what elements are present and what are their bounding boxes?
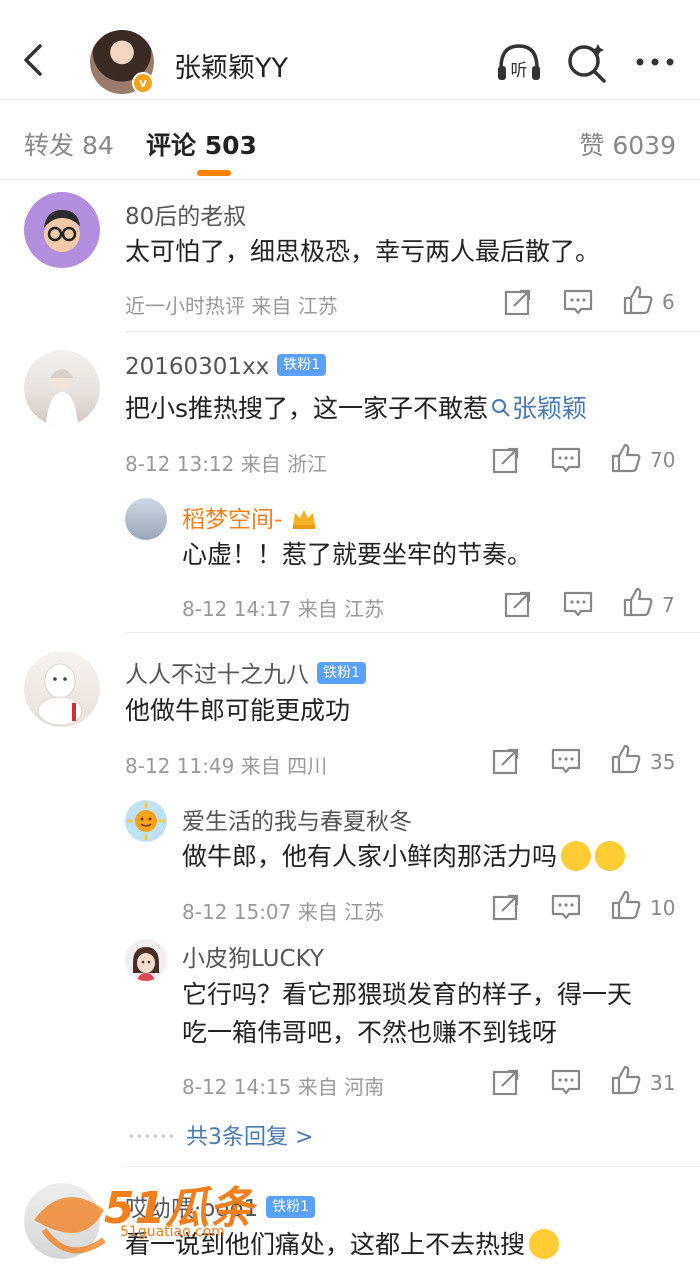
share-icon[interactable] xyxy=(502,588,534,620)
tab-repost[interactable]: 转发 84 xyxy=(24,126,114,162)
share-icon[interactable] xyxy=(490,1066,522,1098)
topic-link-text: 张颖颖 xyxy=(512,394,588,423)
share-icon[interactable] xyxy=(490,444,522,476)
reply-icon[interactable] xyxy=(562,286,594,318)
reply-icon[interactable] xyxy=(562,588,594,620)
tab-comment[interactable]: 评论 503 xyxy=(146,126,257,162)
comment-text: 把小s推热搜了，这一家子不敢惹 张颖颖 xyxy=(125,388,587,430)
laugh-cry-emoji-icon xyxy=(595,841,626,871)
reply-username[interactable]: 小皮狗LUCKY xyxy=(182,939,324,973)
reply-text: 做牛郎，他有人家小鲜肉那活力吗 xyxy=(182,836,626,878)
username-text: 人人不过十之九八 xyxy=(125,662,309,688)
laugh-cry-emoji-icon xyxy=(529,1229,560,1259)
reply-text: 心虚！！惹了就要坐牢的节奏。 xyxy=(182,540,533,569)
comment-username[interactable]: 20160301xx 铁粉1 xyxy=(125,353,327,380)
page-title[interactable]: 张颖颖YY xyxy=(174,46,288,85)
share-icon[interactable] xyxy=(490,745,522,777)
search-icon[interactable] xyxy=(562,38,612,88)
fan-badge: 铁粉1 xyxy=(317,661,366,684)
comment-meta: 近一小时热评 来自 江苏 xyxy=(125,294,338,318)
like-icon[interactable] xyxy=(622,586,654,618)
watermark-url: 51guatiao.com xyxy=(120,1224,225,1240)
like-count: 70 xyxy=(650,448,676,472)
listen-label: 听 xyxy=(511,61,528,81)
like-icon[interactable] xyxy=(622,284,654,316)
reply-meta: 8-12 14:15 来自 河南 xyxy=(182,1075,385,1099)
reply-meta: 8-12 14:17 来自 江苏 xyxy=(182,597,385,621)
fan-badge: 铁粉1 xyxy=(277,353,327,376)
back-icon[interactable] xyxy=(14,40,54,80)
reply-icon[interactable] xyxy=(550,1066,582,1098)
username-text: 稻梦空间- xyxy=(182,507,283,533)
reply-meta: 8-12 15:07 来自 江苏 xyxy=(182,900,385,924)
username-text: 20160301xx xyxy=(125,354,270,380)
comment-text: 太可怕了，细思极恐，幸亏两人最后散了。 xyxy=(125,237,601,266)
search-icon xyxy=(492,399,510,417)
reply-icon[interactable] xyxy=(550,745,582,777)
tab-bar: 转发 84 评论 503 赞 6039 xyxy=(0,100,700,180)
listen-icon[interactable]: 听 xyxy=(494,38,544,88)
divider xyxy=(125,331,700,332)
avatar[interactable] xyxy=(24,192,100,268)
like-count: 7 xyxy=(662,593,675,617)
tab-like[interactable]: 赞 6039 xyxy=(579,126,676,162)
active-tab-indicator xyxy=(197,170,231,176)
comment-meta: 8-12 13:12 来自 浙江 xyxy=(125,452,328,476)
like-icon[interactable] xyxy=(610,889,642,921)
more-replies-label: 共3条回复 > xyxy=(185,1125,314,1150)
like-icon[interactable] xyxy=(610,442,642,474)
reply-icon[interactable] xyxy=(550,891,582,923)
like-count: 35 xyxy=(650,750,676,774)
reply-avatar[interactable] xyxy=(125,800,167,842)
avatar[interactable] xyxy=(24,651,100,727)
share-icon[interactable] xyxy=(490,891,522,923)
comment-username[interactable]: 80后的老叔 xyxy=(125,197,246,231)
topic-link[interactable]: 张颖颖 xyxy=(488,394,587,423)
avatar[interactable] xyxy=(24,350,100,426)
view-more-replies-link[interactable]: ······ 共3条回复 > xyxy=(128,1119,313,1151)
comment-meta: 8-12 11:49 来自 四川 xyxy=(125,754,328,778)
reply-avatar[interactable] xyxy=(125,498,167,540)
more-icon[interactable] xyxy=(630,38,680,88)
crown-icon xyxy=(292,509,315,529)
reply-username[interactable]: 爱生活的我与春夏秋冬 xyxy=(182,802,412,836)
more-replies-dots: ······ xyxy=(128,1125,176,1150)
reply-text-line2: 吃一箱伟哥吧，不然也赚不到钱呀 xyxy=(182,1018,558,1047)
like-count: 10 xyxy=(650,896,676,920)
divider xyxy=(125,632,700,633)
reply-username[interactable]: 稻梦空间- xyxy=(182,500,318,534)
laugh-cry-emoji-icon xyxy=(561,841,592,871)
like-count: 6 xyxy=(662,290,675,314)
verified-badge: v xyxy=(132,72,154,94)
reply-avatar[interactable] xyxy=(125,939,167,981)
like-icon[interactable] xyxy=(610,1064,642,1096)
reply-text-main: 做牛郎，他有人家小鲜肉那活力吗 xyxy=(182,842,558,871)
reply-text-line1: 它行吗？看它那猥琐发育的样子，得一天 xyxy=(182,980,633,1009)
reply-icon[interactable] xyxy=(550,444,582,476)
like-icon[interactable] xyxy=(610,743,642,775)
comment-text: 他做牛郎可能更成功 xyxy=(125,696,351,725)
share-icon[interactable] xyxy=(502,286,534,318)
comment-text-main: 把小s推热搜了，这一家子不敢惹 xyxy=(125,394,489,423)
like-count: 31 xyxy=(650,1071,676,1095)
top-bar: v 张颖颖YY 听 xyxy=(0,0,700,100)
divider xyxy=(125,1166,700,1167)
comment-username[interactable]: 人人不过十之九八 铁粉1 xyxy=(125,655,366,689)
